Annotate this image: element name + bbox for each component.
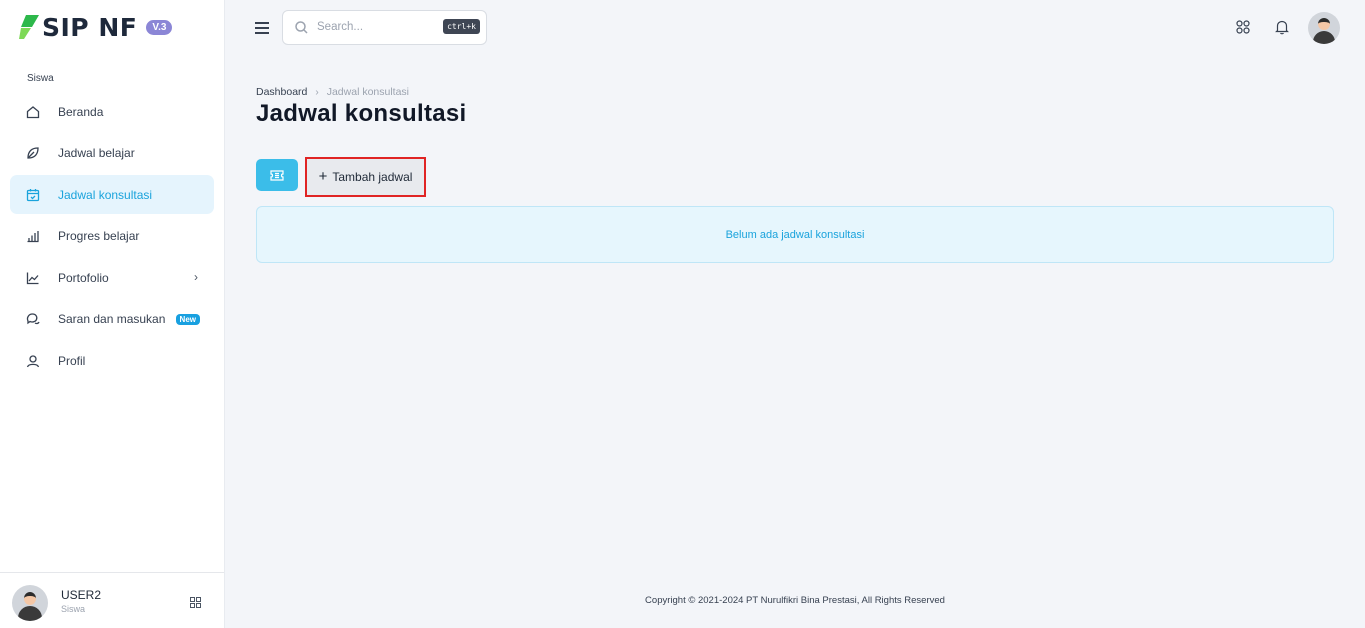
add-schedule-button[interactable]: + Tambah jadwal [305,157,426,197]
bell-icon[interactable] [1274,19,1290,35]
sidebar-item-label: Saran dan masukan [58,312,166,327]
app-name: SIP NF [42,12,138,42]
breadcrumb-current: Jadwal konsultasi [326,86,410,98]
footer-copyright: Copyright © 2021-2024 PT Nurulfikri Bina… [645,595,945,606]
version-badge: V.3 [146,19,173,35]
ticket-button[interactable] [256,159,298,191]
add-schedule-label: Tambah jadwal [332,170,413,184]
calendar-check-icon [25,187,41,203]
breadcrumb-dashboard[interactable]: Dashboard [256,86,307,98]
search-icon [295,21,308,34]
search-shortcut-badge: ctrl+k [443,19,480,34]
apps-icon[interactable] [1236,20,1250,34]
sidebar-user-box: USER2 Siswa [0,572,224,628]
sidebar-menu: Beranda Jadwal belajar Jadwal konsultasi… [10,92,214,383]
user-name: USER2 [61,588,102,602]
avatar[interactable] [1308,12,1340,44]
leaf-icon [25,145,41,161]
search-input[interactable]: Search... ctrl+k [282,10,487,45]
sidebar-item-saran-dan-masukan[interactable]: Saran dan masukan New [10,300,214,339]
sidebar-item-beranda[interactable]: Beranda [10,92,214,131]
sidebar-item-label: Jadwal belajar [58,146,135,161]
logo-leaf-icon [19,15,39,39]
empty-state-message: Belum ada jadwal konsultasi [725,228,865,241]
plus-icon: + [318,167,328,185]
sidebar-item-label: Jadwal konsultasi [58,187,153,202]
sidebar: SIP NF V.3 Siswa Beranda Jadwal belajar … [0,0,225,628]
sidebar-item-label: Portofolio [58,270,109,285]
app-logo[interactable]: SIP NF V.3 [18,12,173,42]
page-title: Jadwal konsultasi [256,100,467,127]
sidebar-item-jadwal-belajar[interactable]: Jadwal belajar [10,134,214,173]
sidebar-item-progres-belajar[interactable]: Progres belajar [10,217,214,256]
search-placeholder: Search... [317,21,364,33]
sidebar-item-profil[interactable]: Profil [10,342,214,381]
sidebar-item-label: Beranda [58,104,104,119]
chevron-right-icon: › [194,270,198,285]
menu-toggle-icon[interactable] [255,22,269,34]
sidebar-item-label: Profil [58,354,86,369]
ticket-icon [270,169,284,181]
new-badge: New [175,313,200,325]
sidebar-item-jadwal-konsultasi[interactable]: Jadwal konsultasi [10,175,214,215]
sidebar-item-portofolio[interactable]: Portofolio › [10,258,214,297]
chevron-right-icon: › [315,86,319,98]
user-icon [25,353,41,369]
sidebar-section-label: Siswa [27,73,54,84]
chat-icon [25,311,41,327]
user-role: Siswa [61,604,86,614]
sidebar-item-label: Progres belajar [58,229,140,244]
switch-role-icon[interactable] [190,597,201,608]
home-icon [25,104,41,120]
bar-chart-icon [25,228,41,244]
avatar[interactable] [12,585,48,621]
breadcrumb: Dashboard › Jadwal konsultasi [256,86,409,98]
empty-state-alert: Belum ada jadwal konsultasi [256,206,1334,263]
line-chart-icon [25,270,41,286]
topbar: Search... ctrl+k [225,0,1365,55]
